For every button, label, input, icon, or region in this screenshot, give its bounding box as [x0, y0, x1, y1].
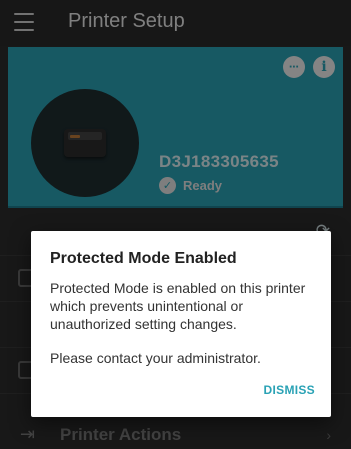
dialog-instruction: Please contact your administrator. [50, 350, 261, 366]
dismiss-button[interactable]: DISMISS [264, 383, 315, 397]
dialog-body: Protected Mode is enabled on this printe… [50, 279, 318, 367]
dialog-title: Protected Mode Enabled [50, 250, 237, 267]
protected-mode-dialog: Protected Mode Enabled Protected Mode is… [31, 231, 331, 417]
dialog-message: Protected Mode is enabled on this printe… [50, 280, 306, 332]
